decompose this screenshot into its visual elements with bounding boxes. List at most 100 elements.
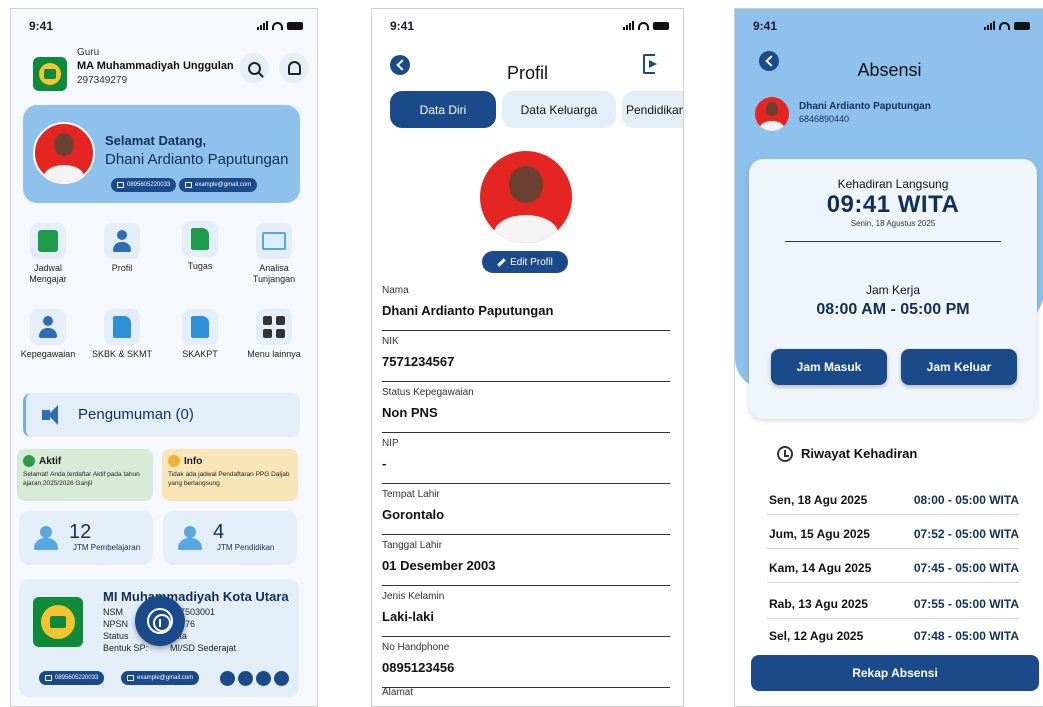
history-row[interactable]: Sen, 18 Agu 2025 08:00 - 05:00 WITA <box>767 485 1019 515</box>
stat-jtm-pembelajaran[interactable]: 12 JTM Pembelajaran <box>19 511 153 565</box>
menu-item-profil[interactable]: Profil <box>89 223 155 274</box>
tab-data-keluarga[interactable]: Data Keluarga <box>502 91 616 128</box>
profile-screen: 9:41 Profil Data Diri Data Keluarga Pend… <box>371 8 684 707</box>
field-value: Gorontalo <box>382 507 445 522</box>
field-value: Dhani Ardianto Paputungan <box>382 303 554 318</box>
tab-data-diri[interactable]: Data Diri <box>390 91 496 128</box>
history-row[interactable]: Kam, 14 Agu 2025 07:45 - 05:00 WITA <box>767 553 1019 583</box>
search-icon <box>247 61 261 75</box>
people-icon <box>31 526 61 550</box>
live-date: Senin, 18 Agustus 2025 <box>850 219 936 228</box>
phone-text: 0895605220033 <box>127 182 171 188</box>
phone-icon <box>117 182 124 188</box>
status-time: 9:41 <box>390 19 415 33</box>
field-label: Nama <box>382 285 409 296</box>
history-row[interactable]: Rab, 13 Agu 2025 07:55 - 05:00 WITA <box>767 589 1019 619</box>
field-label: Status Kepegawaian <box>382 387 474 398</box>
field-tempat-lahir[interactable]: Tempat Lahir Gorontalo <box>382 487 670 535</box>
email-text: example@gmail.com <box>137 675 194 681</box>
menu-item-analisa[interactable]: Analisa Tunjangan <box>241 223 307 285</box>
aktif-card: Aktif Selamat! Anda terdaftar Aktif pada… <box>17 449 153 501</box>
field-no-handphone[interactable]: No Handphone 0895123456 <box>382 640 670 688</box>
school-card-logo <box>33 597 83 647</box>
divider <box>785 241 1001 242</box>
stat-value: 12 <box>69 521 92 543</box>
menu-label: Analisa Tunjangan <box>252 263 296 284</box>
history-row[interactable]: Sel, 12 Agu 2025 07:48 - 05:00 WITA <box>767 621 1019 651</box>
clock-in-button[interactable]: Jam Masuk <box>771 349 887 385</box>
signal-icon <box>257 21 268 30</box>
facebook-icon[interactable] <box>238 671 253 686</box>
history-icon <box>777 446 793 462</box>
field-jenis-kelamin[interactable]: Jenis Kelamin Laki-laki <box>382 589 670 637</box>
attendance-screen: 9:41 Absensi Dhani Ardianto Paputungan 6… <box>734 8 1043 707</box>
edit-label: Edit Profil <box>510 256 553 268</box>
live-clock: 09:41 WITA <box>826 191 960 218</box>
welcome-card: Selamat Datang, Dhani Ardianto Paputunga… <box>23 105 300 203</box>
wifi-icon <box>272 21 283 30</box>
work-label: Jam Kerja <box>865 283 921 297</box>
field-value: - <box>382 456 387 471</box>
page-title: Absensi <box>857 60 922 80</box>
bentuk-row: Bentuk SP: MI/SD Sederajat <box>103 643 236 653</box>
status-icons <box>257 21 303 30</box>
menu-item-tugas[interactable]: Tugas <box>167 221 233 272</box>
phone-pill[interactable]: 0895605220033 <box>111 178 177 192</box>
wifi-icon <box>999 21 1010 30</box>
logout-icon[interactable] <box>643 54 661 74</box>
menu-label: Kepegawaian <box>20 349 76 359</box>
field-label: Tanggal Lahir <box>382 540 443 551</box>
search-button[interactable] <box>239 53 269 83</box>
battery-icon <box>287 21 303 30</box>
home-header: Guru MA Muhammadiyah Unggulan 297349279 <box>25 45 309 95</box>
youtube-icon[interactable] <box>220 671 235 686</box>
edit-profile-button[interactable]: Edit Profil <box>482 251 568 273</box>
field-status-kepegawaian[interactable]: Status Kepegawaian Non PNS <box>382 385 670 433</box>
bell-icon <box>287 61 301 75</box>
announcement-bar[interactable]: Pengumuman (0) <box>23 393 300 437</box>
field-nik[interactable]: NIK 7571234567 <box>382 334 670 382</box>
menu-item-skakpt[interactable]: SKAKPT <box>167 309 233 360</box>
stat-label: JTM Pendidikan <box>217 543 275 552</box>
history-date: Sen, 18 Agu 2025 <box>769 493 868 507</box>
menu-label: Profil <box>111 263 133 273</box>
fingerprint-button[interactable] <box>135 596 185 646</box>
tab-pendidikan[interactable]: Pendidikan <box>622 91 683 128</box>
menu-item-jadwal[interactable]: Jadwal Mengajar <box>15 223 81 285</box>
menu-item-skbk[interactable]: SKBK & SKMT <box>89 309 155 360</box>
announcement-text: Pengumuman (0) <box>78 406 194 423</box>
person-icon <box>112 230 132 252</box>
email-pill[interactable]: example@gmail.com <box>179 178 258 192</box>
instagram-icon[interactable] <box>256 671 271 686</box>
menu-item-kepegawaian[interactable]: Kepegawaian <box>15 309 81 360</box>
clock-out-button[interactable]: Jam Keluar <box>901 349 1017 385</box>
school-phone-pill[interactable]: 0895605220033 <box>39 671 105 685</box>
people-icon <box>175 526 205 550</box>
signal-icon <box>984 21 995 30</box>
school-email-pill[interactable]: example@gmail.com <box>121 671 200 685</box>
menu-item-lainnya[interactable]: Menu lainnya <box>241 309 307 360</box>
user-id: 6846890440 <box>799 114 850 124</box>
field-tanggal-lahir[interactable]: Tanggal Lahir 01 Desember 2003 <box>382 538 670 586</box>
npsn-label: NPSN <box>103 619 129 629</box>
grid-icon <box>263 316 285 338</box>
field-nama[interactable]: Nama Dhani Ardianto Paputungan <box>382 283 670 331</box>
history-title: Riwayat Kehadiran <box>801 446 918 461</box>
field-nip[interactable]: NIP - <box>382 436 670 484</box>
chart-icon <box>262 232 286 250</box>
history-time: 07:52 - 05:00 WITA <box>913 527 1019 541</box>
phone-text: 0895605220033 <box>55 675 99 681</box>
profile-photo <box>480 151 572 243</box>
check-icon <box>23 455 35 467</box>
info-title: Info <box>184 456 203 467</box>
status-bar: 9:41 <box>735 19 1043 39</box>
notification-button[interactable] <box>279 53 309 83</box>
status-bar: 9:41 <box>11 19 317 39</box>
rekap-absensi-button[interactable]: Rekap Absensi <box>751 655 1039 691</box>
history-row[interactable]: Jum, 15 Agu 2025 07:52 - 05:00 WITA <box>767 519 1019 549</box>
avatar <box>755 97 789 131</box>
stat-jtm-pendidikan[interactable]: 4 JTM Pendidikan <box>163 511 297 565</box>
twitter-icon[interactable] <box>274 671 289 686</box>
field-value: Laki-laki <box>382 609 435 624</box>
field-alamat[interactable]: Alamat <box>382 685 670 706</box>
